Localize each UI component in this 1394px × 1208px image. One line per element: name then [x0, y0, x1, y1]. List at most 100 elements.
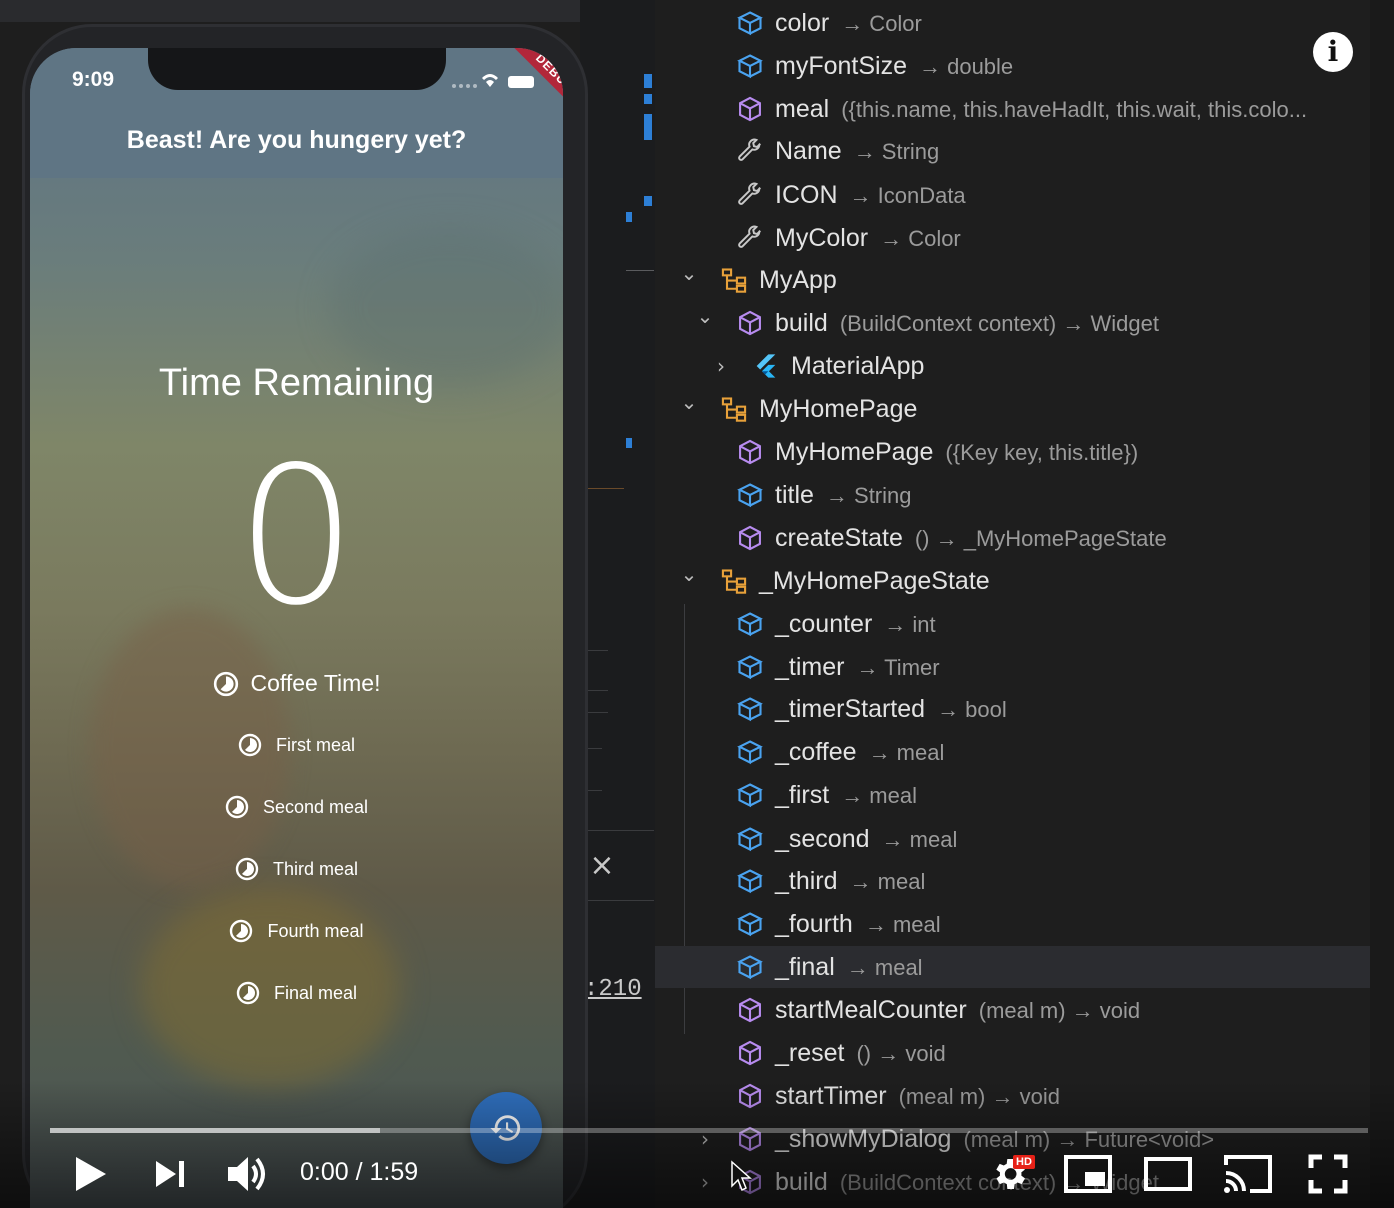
outline-item-counter[interactable]: _counter → int	[655, 603, 1370, 645]
meal-button-coffee-time[interactable]: Coffee Time!	[30, 670, 563, 697]
outline-item-final[interactable]: _final → meal	[655, 946, 1370, 988]
outline-item-build[interactable]: ⌄ build (BuildContext context) → Widget	[655, 302, 1370, 344]
editor-tab-bar	[0, 0, 655, 22]
line-reference-link[interactable]: :210	[584, 976, 642, 1003]
outline-item-name: MyHomePage	[759, 395, 918, 423]
method-symbol-icon	[735, 437, 765, 467]
meal-button-fourth-meal[interactable]: Fourth meal	[30, 919, 563, 943]
outline-item-color[interactable]: color → Color	[655, 2, 1370, 44]
outline-item-label: meal ({this.name, this.haveHadIt, this.wa…	[775, 95, 1307, 124]
chevron-down-icon[interactable]: ⌄	[693, 304, 717, 328]
outline-item-label: _counter → int	[775, 610, 936, 639]
timelapse-icon	[238, 733, 262, 757]
outline-item-name: _counter	[775, 610, 873, 638]
outline-item-myfontsize[interactable]: myFontSize → double	[655, 45, 1370, 87]
meal-button-second-meal[interactable]: Second meal	[30, 795, 563, 819]
outline-item-name: ICON	[775, 181, 838, 209]
chevron-down-icon[interactable]: ⌄	[677, 261, 701, 285]
outline-item-coffee[interactable]: _coffee → meal	[655, 731, 1370, 773]
outline-item-name: build	[775, 309, 828, 337]
outline-item-name: _second	[775, 825, 870, 853]
outline-item-materialapp[interactable]: › MaterialApp	[655, 345, 1370, 387]
outline-item-label: MaterialApp	[791, 352, 924, 381]
outline-item-title[interactable]: title → String	[655, 474, 1370, 516]
outline-item-label: _coffee → meal	[775, 738, 944, 767]
status-time: 9:09	[72, 68, 115, 91]
miniplayer-button[interactable]	[1062, 1148, 1114, 1200]
progress-buffered	[50, 1128, 380, 1133]
field-symbol-icon	[735, 51, 765, 81]
outline-item-first[interactable]: _first → meal	[655, 774, 1370, 816]
volume-button[interactable]	[222, 1148, 274, 1200]
outline-item-name: _coffee	[775, 738, 857, 766]
next-button[interactable]	[148, 1148, 192, 1200]
outline-item-myhomepagestate[interactable]: ⌄ _MyHomePageState	[655, 560, 1370, 602]
outline-item-myhomepage[interactable]: MyHomePage ({Key key, this.title})	[655, 431, 1370, 473]
outline-item-myhomepage[interactable]: ⌄ MyHomePage	[655, 388, 1370, 430]
method-symbol-icon	[735, 995, 765, 1025]
outline-item-name: _reset	[775, 1039, 845, 1067]
outline-item-detail: → int	[884, 612, 936, 637]
outline-item-label: startMealCounter (meal m) → void	[775, 996, 1140, 1025]
outline-item-name: MyHomePage	[775, 438, 934, 466]
meal-button-final-meal[interactable]: Final meal	[30, 981, 563, 1005]
outline-item-name: _third	[775, 867, 838, 895]
meal-button-label: Coffee Time!	[250, 670, 381, 696]
outline-item-mycolor[interactable]: MyColor → Color	[655, 217, 1370, 259]
outline-item-label: ICON → IconData	[775, 181, 966, 210]
outline-item-name: myFontSize	[775, 52, 907, 80]
mouse-cursor-icon	[731, 1160, 752, 1192]
property-symbol-icon	[735, 136, 765, 166]
play-button[interactable]	[66, 1148, 116, 1200]
outline-item-icon[interactable]: ICON → IconData	[655, 174, 1370, 216]
code-line	[588, 712, 608, 713]
outline-item-timer[interactable]: _timer → Timer	[655, 646, 1370, 688]
outline-item-label: _final → meal	[775, 953, 923, 982]
outline-item-name[interactable]: Name → String	[655, 130, 1370, 172]
code-line	[588, 690, 608, 691]
outline-item-detail: → meal	[868, 740, 945, 765]
field-symbol-icon	[735, 609, 765, 639]
chevron-down-icon[interactable]: ⌄	[677, 390, 701, 414]
panel-divider	[588, 830, 654, 831]
info-button[interactable]: i	[1313, 32, 1353, 72]
outline-item-createstate[interactable]: createState () → _MyHomePageState	[655, 517, 1370, 559]
minimap-mark	[626, 438, 632, 448]
outline-item-second[interactable]: _second → meal	[655, 818, 1370, 860]
fullscreen-button[interactable]	[1304, 1148, 1352, 1200]
outline-item-name: _MyHomePageState	[759, 567, 990, 595]
theater-mode-button[interactable]	[1142, 1148, 1194, 1200]
outline-item-meal[interactable]: meal ({this.name, this.haveHadIt, this.wa…	[655, 88, 1370, 130]
minimap-mark	[626, 212, 632, 222]
outline-item-label: _third → meal	[775, 867, 925, 896]
outline-item-timerstarted[interactable]: _timerStarted → bool	[655, 688, 1370, 730]
close-panel-icon[interactable]: ×	[588, 851, 616, 881]
class-symbol-icon	[719, 394, 749, 424]
code-line	[588, 748, 602, 749]
outline-item-fourth[interactable]: _fourth → meal	[655, 903, 1370, 945]
outline-item-label: MyHomePage ({Key key, this.title})	[775, 438, 1138, 467]
chevron-down-icon[interactable]: ⌄	[677, 562, 701, 586]
field-symbol-icon	[735, 8, 765, 38]
outline-item-label: MyHomePage	[759, 395, 917, 424]
outline-item-third[interactable]: _third → meal	[655, 860, 1370, 902]
outline-item-label: _timer → Timer	[775, 653, 940, 682]
timelapse-icon	[213, 671, 238, 696]
outline-item-myapp[interactable]: ⌄ MyApp	[655, 259, 1370, 301]
code-line	[588, 488, 624, 489]
meal-button-first-meal[interactable]: First meal	[30, 733, 563, 757]
outline-item-reset[interactable]: _reset () → void	[655, 1032, 1370, 1074]
meal-button-third-meal[interactable]: Third meal	[30, 857, 563, 881]
chevron-right-icon[interactable]: ›	[709, 354, 733, 378]
code-line	[588, 650, 608, 651]
outline-item-detail: → Color	[880, 226, 961, 251]
outline-scrollbar[interactable]	[1370, 0, 1394, 1208]
outline-item-detail: → meal	[864, 912, 941, 937]
phone-screen: 9:09 DEBUG Beast! Are you hungery yet? T…	[30, 48, 563, 1208]
outline-item-startmealcounter[interactable]: startMealCounter (meal m) → void	[655, 989, 1370, 1031]
cast-button[interactable]	[1220, 1148, 1276, 1200]
video-player[interactable]: × :210 color → Color myFontSize → double mea…	[0, 0, 1394, 1208]
outline-item-name: MyApp	[759, 266, 837, 294]
method-symbol-icon	[735, 1038, 765, 1068]
field-symbol-icon	[735, 652, 765, 682]
